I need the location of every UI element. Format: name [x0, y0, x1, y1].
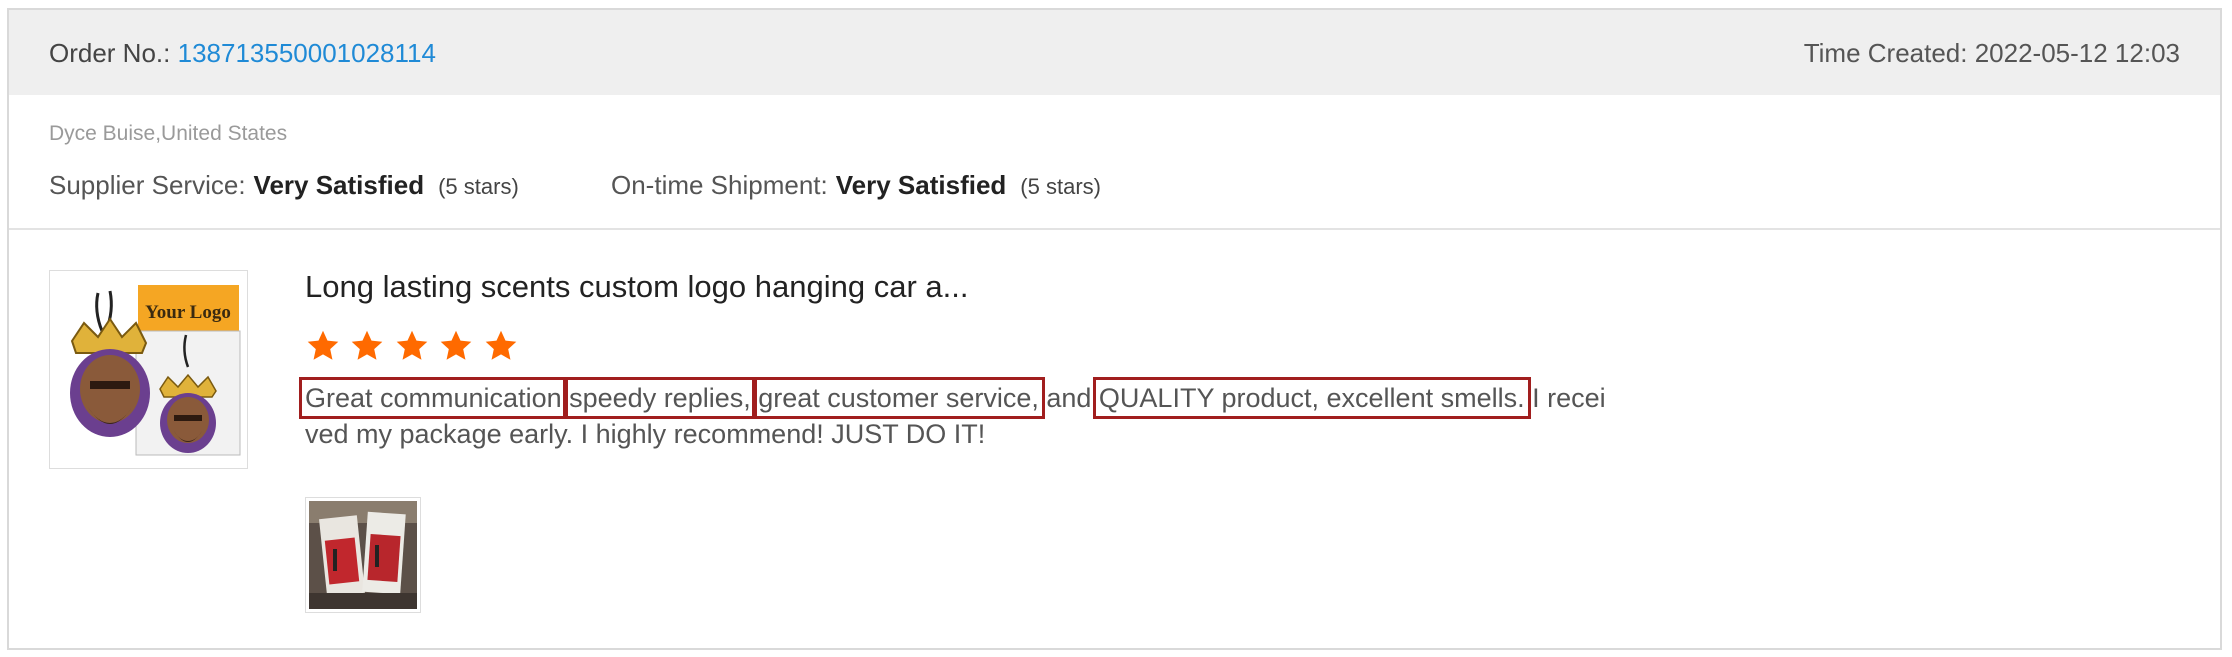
star-icon — [307, 330, 339, 360]
product-title-link[interactable]: Long lasting scents custom logo hanging … — [305, 267, 968, 307]
review-photo-thumbnail[interactable] — [305, 497, 421, 613]
section-divider — [9, 228, 2220, 230]
shipment-value: Very Satisfied — [835, 170, 1007, 200]
air-freshener-image: Your Logo — [70, 285, 241, 456]
review-phrase-highlight: Great communication — [299, 377, 568, 419]
review-text-plain: , — [561, 383, 570, 413]
product-star-rating — [305, 328, 523, 366]
supplier-service-label: Supplier Service: — [49, 170, 246, 200]
order-info: Order No.: 138713550001028114 — [49, 37, 436, 69]
shipment-label: On-time Shipment: — [611, 170, 828, 200]
supplier-service-value: Very Satisfied — [253, 170, 425, 200]
order-number-link[interactable]: 138713550001028114 — [178, 38, 436, 68]
star-icon — [485, 330, 517, 360]
order-number-label: Order No.: — [49, 38, 171, 68]
star-icon — [352, 330, 383, 360]
supplier-service-rating: Supplier Service: Very Satisfied (5 stars) — [49, 168, 519, 204]
review-text-plain: and — [1038, 383, 1099, 413]
order-header: Order No.: 138713550001028114 Time Creat… — [9, 10, 2220, 95]
review-phrase-highlight: QUALITY product, excellent smells. — [1092, 377, 1531, 419]
shipment-stars: (5 stars) — [1020, 174, 1101, 199]
star-icon — [441, 330, 472, 360]
review-photo-image — [309, 501, 417, 609]
star-icon — [396, 330, 428, 360]
review-phrase-highlight: speedy replies, — [563, 377, 757, 419]
buyer-name-location: Dyce Buise,United States — [49, 122, 288, 145]
review-phrase-highlight: great customer service, — [752, 377, 1045, 419]
review-card: Order No.: 138713550001028114 Time Creat… — [7, 8, 2222, 650]
thumb-logo-text: Your Logo — [145, 302, 231, 323]
review-text: Great communication,speedy replies, grea… — [299, 377, 1615, 452]
supplier-service-stars: (5 stars) — [438, 174, 519, 199]
product-thumbnail[interactable]: Your Logo — [49, 270, 248, 469]
shipment-rating: On-time Shipment: Very Satisfied (5 stars) — [611, 168, 1101, 204]
time-created: Time Created: 2022-05-12 12:03 — [1803, 38, 2180, 68]
